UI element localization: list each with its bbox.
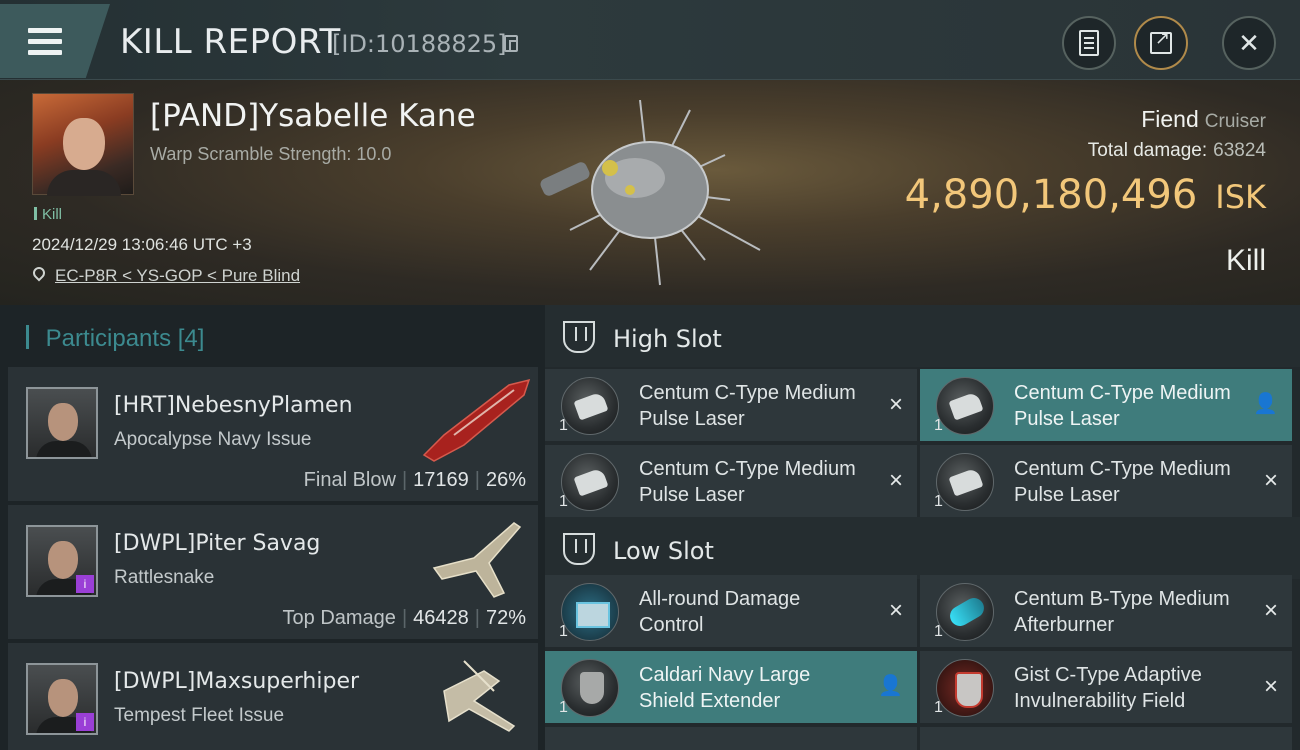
participant-name: [DWPL]Maxsuperhiper xyxy=(114,669,360,694)
report-id: [ID:10188825] xyxy=(332,30,507,58)
menu-button[interactable] xyxy=(0,4,110,78)
total-damage: Total damage: 63824 xyxy=(1087,140,1266,161)
destroyed-icon: × xyxy=(1263,597,1278,624)
afterburner-icon xyxy=(936,583,994,641)
participant-ship-image xyxy=(443,660,516,732)
high-slot-title: High Slot xyxy=(613,325,722,353)
dropped-person-icon: 👤 xyxy=(878,675,903,697)
module-name: Centum C-Type Medium Pulse Laser xyxy=(639,458,856,506)
participant-ship: Tempest Fleet Issue xyxy=(114,705,285,726)
destroyed-icon: × xyxy=(888,391,903,418)
participant-row[interactable]: i [DWPL]Piter Savag Rattlesnake Top Dama… xyxy=(8,505,538,639)
warp-scramble-strength: Warp Scramble Strength: 10.0 xyxy=(150,144,392,164)
module-slot[interactable]: 1 Gist C-Type Adaptive Invulnerability F… xyxy=(920,651,1292,723)
module-quantity: 1 xyxy=(559,417,568,434)
module-quantity: 1 xyxy=(934,493,943,510)
module-slot[interactable]: 1 Centum C-Type Medium Pulse Laser × xyxy=(545,369,917,441)
pulse-laser-icon xyxy=(561,377,619,435)
pulse-laser-icon xyxy=(561,453,619,511)
destroyed-icon: × xyxy=(1263,467,1278,494)
participant-ship: Rattlesnake xyxy=(114,567,215,588)
module-slot[interactable]: 1 All-round Damage Control × xyxy=(545,575,917,647)
participant-ship-image xyxy=(432,522,522,598)
low-slot-title: Low Slot xyxy=(613,537,714,565)
hamburger-icon xyxy=(28,28,62,61)
low-slot-header: Low Slot xyxy=(545,517,1300,579)
participant-row[interactable]: i [DWPL]Maxsuperhiper Tempest Fleet Issu… xyxy=(8,643,538,750)
kill-tag: Kill xyxy=(34,206,62,223)
module-quantity: 1 xyxy=(559,699,568,716)
pulse-laser-icon xyxy=(936,377,994,435)
pulse-laser-icon xyxy=(936,453,994,511)
isk-value: 4,890,180,496 ISK xyxy=(904,172,1266,218)
participants-panel: Participants [4] [HRT]NebesnyPlamen Apoc… xyxy=(0,305,545,750)
page-title: KILL REPORT xyxy=(120,22,341,62)
participant-stats: Final Blow | 17169 | 26% xyxy=(303,469,526,491)
high-slot-icon xyxy=(563,321,595,353)
victim-name[interactable]: [PAND]Ysabelle Kane xyxy=(150,98,476,134)
module-slot[interactable]: 1 Caldari Navy Large Shield Extender 👤 xyxy=(545,651,917,723)
module-slot-partial[interactable] xyxy=(920,727,1292,750)
module-slot-partial[interactable] xyxy=(545,727,917,750)
details-button[interactable] xyxy=(1062,16,1116,70)
module-name: Centum C-Type Medium Pulse Laser xyxy=(1014,382,1231,430)
module-name: Caldari Navy Large Shield Extender xyxy=(639,664,811,712)
participant-ship: Apocalypse Navy Issue xyxy=(114,429,312,450)
victim-portrait[interactable] xyxy=(32,93,134,196)
dropped-person-icon: 👤 xyxy=(1253,393,1278,415)
participant-ship-image xyxy=(422,378,531,462)
shield-extender-icon xyxy=(561,659,619,717)
victim-ship-image[interactable] xyxy=(530,100,770,290)
close-icon: ✕ xyxy=(1238,27,1260,58)
destroyed-icon: × xyxy=(1263,673,1278,700)
module-name: Centum C-Type Medium Pulse Laser xyxy=(1014,458,1231,506)
participant-portrait: i xyxy=(26,663,98,735)
location-pin-icon xyxy=(30,264,48,282)
victim-banner: [PAND]Ysabelle Kane Warp Scramble Streng… xyxy=(0,80,1300,305)
module-slot[interactable]: 1 Centum B-Type Medium Afterburner × xyxy=(920,575,1292,647)
module-quantity: 1 xyxy=(559,493,568,510)
module-slot[interactable]: 1 Centum C-Type Medium Pulse Laser 👤 xyxy=(920,369,1292,441)
module-name: Gist C-Type Adaptive Invulnerability Fie… xyxy=(1014,664,1202,712)
header-bar: KILL REPORT [ID:10188825] ✕ xyxy=(0,0,1300,80)
participant-name: [DWPL]Piter Savag xyxy=(114,531,321,556)
close-button[interactable]: ✕ xyxy=(1222,16,1276,70)
module-slot[interactable]: 1 Centum C-Type Medium Pulse Laser × xyxy=(545,445,917,517)
share-icon xyxy=(1150,28,1172,54)
info-badge-icon: i xyxy=(76,713,94,731)
module-slot[interactable]: 1 Centum C-Type Medium Pulse Laser × xyxy=(920,445,1292,517)
participants-title: Participants [4] xyxy=(26,325,205,353)
copy-icon[interactable] xyxy=(504,35,518,52)
kill-location-link[interactable]: EC-P8R < YS-GOP < Pure Blind xyxy=(55,266,300,286)
module-quantity: 1 xyxy=(934,417,943,434)
invulnerability-field-icon xyxy=(936,659,994,717)
module-name: All-round Damage Control xyxy=(639,588,801,636)
participant-portrait xyxy=(26,387,98,459)
module-quantity: 1 xyxy=(559,623,568,640)
participant-row[interactable]: [HRT]NebesnyPlamen Apocalypse Navy Issue… xyxy=(8,367,538,501)
module-quantity: 1 xyxy=(934,699,943,716)
participant-stats: Top Damage | 46428 | 72% xyxy=(282,607,526,629)
damage-control-icon xyxy=(561,583,619,641)
document-icon xyxy=(1079,30,1099,56)
module-name: Centum C-Type Medium Pulse Laser xyxy=(639,382,856,430)
kill-result: Kill xyxy=(1225,244,1266,277)
module-quantity: 1 xyxy=(934,623,943,640)
high-slot-header: High Slot xyxy=(545,305,1300,367)
share-button[interactable] xyxy=(1134,16,1188,70)
destroyed-icon: × xyxy=(888,467,903,494)
destroyed-icon: × xyxy=(888,597,903,624)
victim-ship-type: Fiend Cruiser xyxy=(1141,106,1266,132)
low-slot-icon xyxy=(563,533,595,565)
participant-name: [HRT]NebesnyPlamen xyxy=(114,393,353,418)
module-name: Centum B-Type Medium Afterburner xyxy=(1014,588,1230,636)
participant-portrait: i xyxy=(26,525,98,597)
kill-datetime: 2024/12/29 13:06:46 UTC +3 xyxy=(32,235,252,254)
fitting-panel: High Slot 1 Centum C-Type Medium Pulse L… xyxy=(545,305,1300,750)
info-badge-icon: i xyxy=(76,575,94,593)
